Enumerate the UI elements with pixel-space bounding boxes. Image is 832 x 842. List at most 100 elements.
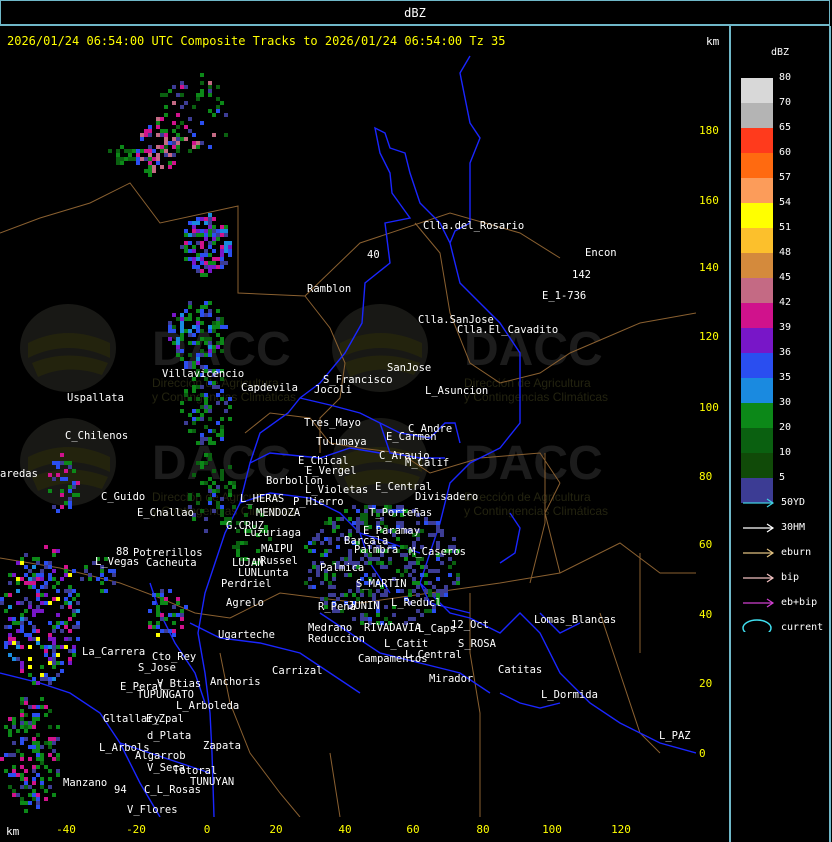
echo-pixel — [448, 573, 452, 577]
legend-value: 42 — [779, 297, 792, 308]
echo-pixel — [180, 321, 184, 325]
echo-pixel — [324, 521, 328, 525]
radar-map[interactable]: DACC Dirección de Agricultura y Continge… — [0, 53, 696, 817]
echo-pixel — [172, 605, 176, 609]
echo-pixel — [324, 553, 328, 557]
echo-pixel — [404, 557, 408, 561]
echo-pixel — [56, 661, 60, 665]
echo-pixel — [148, 609, 152, 613]
echo-pixel — [200, 73, 204, 77]
echo-pixel — [424, 573, 428, 577]
echo-pixel — [220, 321, 224, 325]
echo-pixel — [384, 593, 388, 597]
radar-map-svg[interactable]: DACC Dirección de Agricultura y Continge… — [0, 53, 696, 817]
echo-pixel — [4, 725, 8, 729]
echo-pixel — [424, 521, 428, 525]
echo-pixel — [8, 753, 12, 757]
echo-pixel — [416, 609, 420, 613]
echo-pixel — [332, 529, 336, 533]
echo-pixel — [216, 85, 220, 89]
echo-pixel — [444, 589, 448, 593]
echo-pixel — [36, 573, 40, 577]
echo-pixel — [132, 157, 136, 161]
echo-pixel — [228, 465, 232, 469]
echo-pixel — [220, 245, 224, 249]
echo-pixel — [212, 237, 216, 241]
echo-pixel — [220, 521, 224, 525]
echo-pixel — [104, 589, 108, 593]
place-label: Uspallata — [67, 392, 124, 404]
echo-pixel — [452, 537, 456, 541]
echo-pixel — [220, 417, 224, 421]
x-tick-label: 100 — [542, 823, 562, 836]
echo-pixel — [56, 581, 60, 585]
echo-pixel — [84, 565, 88, 569]
place-label: Mirador — [429, 673, 473, 685]
place-label: Algarrob — [135, 750, 186, 762]
echo-pixel — [200, 269, 204, 273]
echo-pixel — [408, 573, 412, 577]
echo-pixel — [208, 345, 212, 349]
echo-pixel — [436, 589, 440, 593]
echo-pixel — [68, 497, 72, 501]
echo-pixel — [232, 505, 236, 509]
echo-pixel — [184, 393, 188, 397]
echo-pixel — [44, 565, 48, 569]
echo-pixel — [224, 401, 228, 405]
place-label: E_1-736 — [542, 290, 586, 302]
echo-pixel — [364, 517, 368, 521]
echo-pixel — [432, 533, 436, 537]
echo-pixel — [40, 573, 44, 577]
echo-pixel — [8, 653, 12, 657]
echo-pixel — [364, 613, 368, 617]
echo-pixel — [180, 313, 184, 317]
echo-pixel — [356, 517, 360, 521]
echo-pixel — [12, 741, 16, 745]
echo-pixel — [176, 597, 180, 601]
echo-pixel — [52, 757, 56, 761]
echo-pixel — [32, 745, 36, 749]
echo-pixel — [220, 429, 224, 433]
echo-pixel — [164, 105, 168, 109]
echo-pixel — [48, 741, 52, 745]
echo-pixel — [360, 613, 364, 617]
echo-pixel — [236, 541, 240, 545]
echo-pixel — [48, 645, 52, 649]
echo-pixel — [40, 577, 44, 581]
echo-pixel — [36, 605, 40, 609]
echo-pixel — [16, 645, 20, 649]
echo-pixel — [176, 125, 180, 129]
echo-pixel — [216, 105, 220, 109]
echo-pixel — [160, 133, 164, 137]
echo-pixel — [16, 577, 20, 581]
echo-pixel — [328, 541, 332, 545]
echo-pixel — [16, 749, 20, 753]
echo-pixel — [52, 585, 56, 589]
echo-pixel — [220, 225, 224, 229]
echo-pixel — [16, 657, 20, 661]
echo-pixel — [160, 93, 164, 97]
echo-pixel — [216, 309, 220, 313]
echo-pixel — [224, 233, 228, 237]
place-label: Clla.El_Cavadito — [457, 324, 558, 336]
echo-pixel — [52, 569, 56, 573]
echo-pixel — [160, 117, 164, 121]
echo-pixel — [24, 565, 28, 569]
echo-pixel — [56, 621, 60, 625]
echo-pixel — [8, 625, 12, 629]
echo-pixel — [212, 441, 216, 445]
echo-pixel — [36, 641, 40, 645]
echo-pixel — [52, 749, 56, 753]
echo-pixel — [332, 593, 336, 597]
echo-pixel — [212, 241, 216, 245]
echo-pixel — [36, 733, 40, 737]
echo-pixel — [148, 145, 152, 149]
echo-pixel — [228, 405, 232, 409]
echo-pixel — [180, 245, 184, 249]
echo-pixel — [24, 769, 28, 773]
legend-value: 54 — [779, 197, 792, 208]
echo-pixel — [212, 489, 216, 493]
track-legend-label: 30HM — [781, 522, 806, 533]
echo-pixel — [212, 321, 216, 325]
echo-pixel — [208, 453, 212, 457]
